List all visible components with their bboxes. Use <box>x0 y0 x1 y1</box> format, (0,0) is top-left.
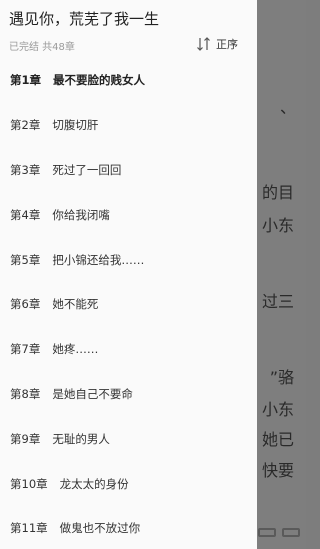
sort-icon <box>197 37 210 51</box>
chapter-number: 第4章 <box>10 207 41 222</box>
chapter-number: 第2章 <box>10 118 41 133</box>
chapter-item[interactable]: 第8章 是她自己不要命 <box>0 372 257 417</box>
chapter-title: 她不能死 <box>52 297 99 312</box>
chapter-title: 龙太太的身份 <box>59 476 129 491</box>
chapter-number: 第9章 <box>10 431 41 446</box>
chapter-item[interactable]: 第2章 切腹切肝 <box>0 103 257 148</box>
chapter-title: 把小锦还给我…… <box>52 252 145 267</box>
chapter-item[interactable]: 第11章 做鬼也不放过你 <box>0 506 257 549</box>
book-status: 已完结 共48章 <box>9 42 75 53</box>
chapter-title: 做鬼也不放过你 <box>59 521 141 536</box>
reader-bottom-toolbar <box>258 528 300 537</box>
chapter-title: 死过了一回回 <box>52 162 122 177</box>
reader-text-fragment: 、 <box>279 98 296 117</box>
chapter-number: 第5章 <box>10 252 41 267</box>
chapter-item[interactable]: 第9章 无耻的男人 <box>0 416 257 461</box>
chapter-item[interactable]: 第6章 她不能死 <box>0 282 257 327</box>
chapter-number: 第3章 <box>10 162 41 177</box>
chapter-item[interactable]: 第5章 把小锦还给我…… <box>0 237 257 282</box>
reader-text-fragment: 快要 <box>261 461 294 480</box>
reader-text-fragment: 小东 <box>261 400 294 419</box>
chapter-item[interactable]: 第3章 死过了一回回 <box>0 148 257 193</box>
reader-text-fragment: 她已 <box>261 430 294 449</box>
chapter-title: 最不要脸的贱女人 <box>53 73 146 88</box>
chapter-title: 切腹切肝 <box>52 118 99 133</box>
chapter-number: 第6章 <box>10 297 41 312</box>
battery-icon <box>258 528 276 537</box>
sort-toggle-button[interactable]: 正序 <box>196 36 238 52</box>
reader-text-fragment: 的目 <box>261 183 294 202</box>
chapter-number: 第1章 <box>10 73 42 88</box>
chapter-number: 第11章 <box>10 521 48 536</box>
chapter-title: 是她自己不要命 <box>52 386 133 401</box>
chapter-title: 你给我闭嘴 <box>52 207 110 222</box>
chapter-item[interactable]: 第4章 你给我闭嘴 <box>0 192 257 237</box>
chapter-title: 无耻的男人 <box>52 431 110 446</box>
reader-text-fragment: ”骆 <box>269 368 294 387</box>
chapter-number: 第8章 <box>10 386 41 401</box>
chapter-item[interactable]: 第10章 龙太太的身份 <box>0 461 257 506</box>
chapter-title: 她疼…… <box>52 342 99 357</box>
chapter-item[interactable]: 第1章 最不要脸的贱女人 <box>0 58 257 103</box>
chapter-number: 第7章 <box>10 342 41 357</box>
chapter-item[interactable]: 第7章 她疼…… <box>0 327 257 372</box>
reader-text-fragment: 过三 <box>261 292 294 311</box>
book-title: 遇见你，荒芜了我一生 <box>9 10 160 28</box>
reader-text-fragment: 小东 <box>261 216 294 235</box>
chapter-drawer: 遇见你，荒芜了我一生 已完结 共48章 正序 第1章 最不要脸的贱女人 第2章 … <box>0 0 257 549</box>
chapter-list: 第1章 最不要脸的贱女人 第2章 切腹切肝 第3章 死过了一回回 第4章 你给我… <box>0 58 257 549</box>
sort-label: 正序 <box>216 38 238 51</box>
battery-icon <box>282 528 300 537</box>
chapter-number: 第10章 <box>10 476 48 491</box>
